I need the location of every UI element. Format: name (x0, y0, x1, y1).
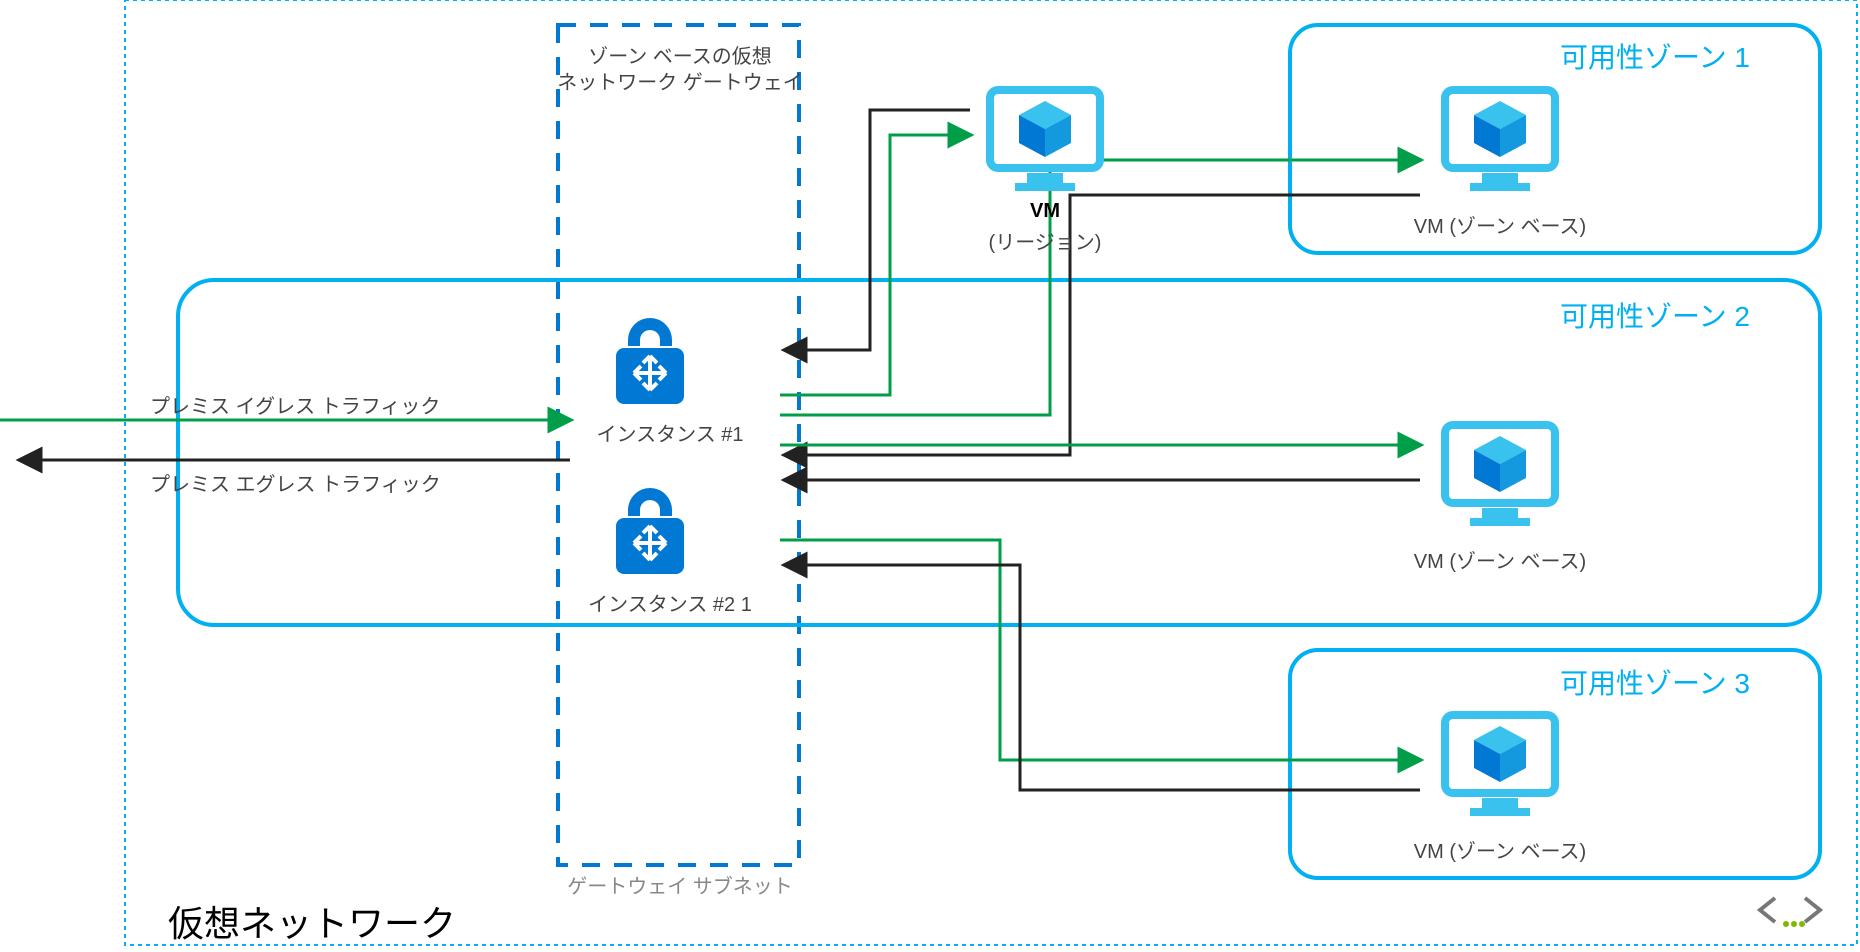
ingress-traffic-label: プレミス イグレス トラフィック (150, 390, 440, 419)
zone-3-title: 可用性ゾーン 3 (1560, 662, 1750, 702)
vm-zone3-label: VM (ゾーン ベース) (1414, 835, 1586, 864)
instance-1-label: インスタンス #1 (596, 418, 743, 447)
diagram-stage: ゾーン ベースの仮想 ネットワーク ゲートウェイ インスタンス #1 インスタン… (0, 0, 1860, 952)
vm-region-title: VM (1030, 200, 1060, 223)
zone-1-title: 可用性ゾーン 1 (1560, 36, 1750, 76)
egress-traffic-label: プレミス エグレス トラフィック (150, 468, 441, 497)
vm-zone1-icon (1445, 90, 1555, 191)
vm-zone2-icon (1445, 425, 1555, 526)
vm-zone2-label: VM (ゾーン ベース) (1414, 545, 1586, 574)
vm-region-subtitle: (リージョン) (989, 226, 1102, 255)
gateway-box-line2: ネットワーク ゲートウェイ (557, 66, 803, 95)
vm-zone1-label: VM (ゾーン ベース) (1414, 210, 1586, 239)
gateway-box-line1: ゾーン ベースの仮想 (588, 40, 772, 69)
gateway-instance-1-icon (616, 318, 684, 404)
vm-zone3-icon (1445, 715, 1555, 816)
gateway-subnet-label: ゲートウェイ サブネット (567, 870, 793, 899)
instance-2-label: インスタンス #2 1 (588, 588, 752, 617)
zone-2-title: 可用性ゾーン 2 (1560, 295, 1750, 335)
vm-region-icon (990, 90, 1100, 191)
virtual-network-title: 仮想ネットワーク (168, 895, 456, 947)
gateway-instance-2-icon (616, 488, 684, 574)
